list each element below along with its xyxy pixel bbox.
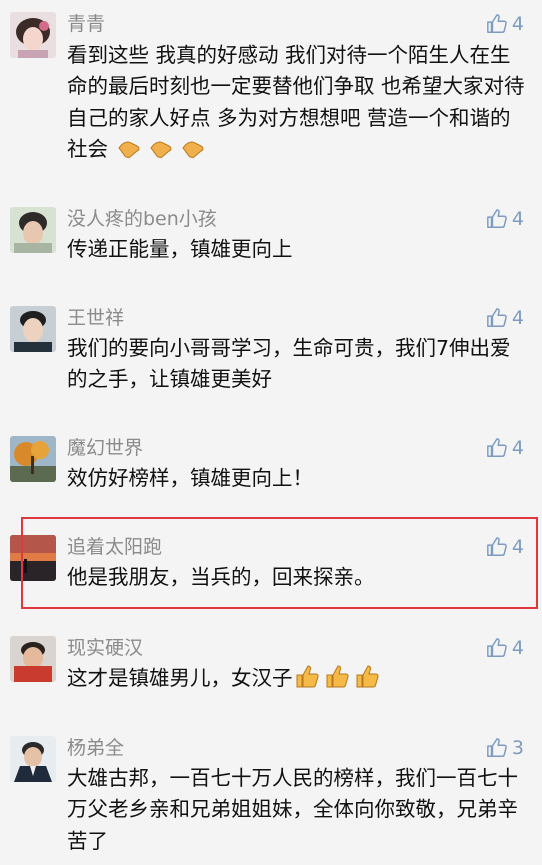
comment-author[interactable]: 王世祥 (67, 306, 124, 330)
thumbs-up-icon (487, 638, 507, 657)
comment-text: 效仿好榜样，镇雄更向上！ (67, 466, 313, 490)
like-button[interactable]: 4 (486, 636, 524, 660)
thumbs-up-icon (487, 438, 507, 457)
like-count: 3 (511, 737, 524, 759)
thumbs-up-icon (487, 308, 507, 327)
thumbs-up-icon (487, 738, 507, 757)
like-count: 4 (511, 637, 524, 659)
like-count: 4 (511, 307, 524, 329)
like-button[interactable]: 4 (486, 306, 524, 330)
comment-author[interactable]: 杨弟全 (67, 736, 124, 760)
like-button[interactable]: 4 (486, 207, 524, 231)
comment-text: 传递正能量，镇雄更向上 (67, 237, 293, 261)
avatar[interactable] (10, 636, 56, 682)
comment-author[interactable]: 现实硬汉 (67, 636, 143, 660)
comment-author[interactable]: 青青 (67, 12, 105, 36)
comment-text: 他是我朋友，当兵的，回来探亲。 (67, 565, 375, 589)
like-button[interactable]: 4 (486, 535, 524, 559)
thumbs-up-emoji-icon (295, 663, 385, 698)
like-count: 4 (511, 208, 524, 230)
like-button[interactable]: 4 (486, 436, 524, 460)
comment-text: 这才是镇雄男儿，女汉子 (67, 663, 527, 698)
comment-text: 大雄古邦，一百七十万人民的榜样，我们一百七十万父老乡亲和兄弟姐姐妹，全体向你致敬… (67, 766, 518, 853)
like-count: 4 (511, 13, 524, 35)
comment-author[interactable]: 没人疼的ben小孩 (67, 207, 217, 231)
like-count: 4 (511, 437, 524, 459)
comment-author[interactable]: 魔幻世界 (67, 436, 143, 460)
avatar[interactable] (10, 12, 56, 58)
avatar[interactable] (10, 535, 56, 581)
comment-text: 看到这些 我真的好感动 我们对待一个陌生人在生命的最后时刻也一定要替他们争取 也… (67, 40, 527, 169)
thumbs-up-icon (487, 209, 507, 228)
avatar[interactable] (10, 306, 56, 352)
handshake-icon (117, 136, 213, 169)
avatar[interactable] (10, 736, 56, 782)
avatar[interactable] (10, 207, 56, 253)
like-button[interactable]: 4 (486, 12, 524, 36)
avatar[interactable] (10, 436, 56, 482)
thumbs-up-icon (487, 537, 507, 556)
like-button[interactable]: 3 (486, 736, 524, 760)
thumbs-up-icon (487, 14, 507, 33)
comment-text: 我们的要向小哥哥学习，生命可贵，我们7伸出爱的之手，让镇雄更美好 (67, 336, 511, 392)
comment-author[interactable]: 追着太阳跑 (67, 535, 162, 559)
like-count: 4 (511, 536, 524, 558)
